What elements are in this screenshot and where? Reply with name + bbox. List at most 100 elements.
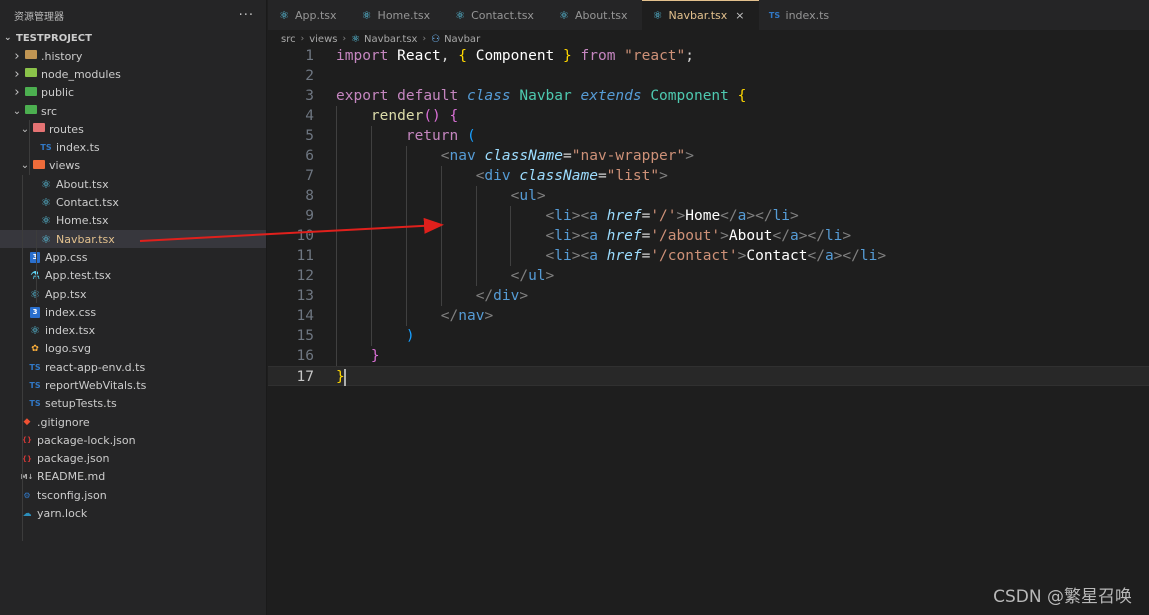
code-line[interactable]: 11 <li><a href='/contact'>Contact</a></l… <box>268 246 1149 266</box>
code-line[interactable]: 7 <div className="list"> <box>268 166 1149 186</box>
css-badge: 3 <box>30 306 40 318</box>
tree-item-label: react-app-env.d.ts <box>45 360 146 374</box>
watermark: CSDN @繁星召唤 <box>993 587 1132 607</box>
breadcrumb-src[interactable]: src <box>281 34 296 45</box>
code-line[interactable]: 9 <li><a href='/'>Home</a></li> <box>268 206 1149 226</box>
code-line[interactable]: 2 <box>268 66 1149 86</box>
tree-folder[interactable]: ⌄ routes <box>0 120 266 138</box>
tree-folder[interactable]: › node_modules <box>0 65 266 83</box>
react-icon: ⚛ <box>30 324 40 338</box>
tree-file[interactable]: {} package.json <box>0 450 266 468</box>
tab-navbar-tsx[interactable]: ⚛ Navbar.tsx × <box>641 0 759 30</box>
tree-file[interactable]: ⚛ Home.tsx <box>0 212 266 230</box>
code-line[interactable]: 17} <box>268 366 1149 386</box>
tree-item-label: App.tsx <box>45 287 87 301</box>
chevron-right-icon: › <box>342 34 347 44</box>
tree-file[interactable]: ⚗ App.test.tsx <box>0 267 266 285</box>
tree-file[interactable]: ⚛ Contact.tsx <box>0 193 266 211</box>
tree-folder[interactable]: ⌄ src <box>0 102 266 120</box>
chevron-right-icon: › <box>14 66 20 82</box>
code-editor[interactable]: 1 import React, { Component } from "react… <box>268 46 1149 386</box>
explorer-title: 资源管理器 <box>14 11 64 23</box>
tab-contact-tsx[interactable]: ⚛ Contact.tsx <box>444 0 548 30</box>
tree-file[interactable]: ⚙ tsconfig.json <box>0 486 266 504</box>
breadcrumb-file[interactable]: Navbar.tsx <box>364 34 417 45</box>
code-line[interactable]: 13 </div> <box>268 286 1149 306</box>
ts-icon: TS <box>768 10 781 20</box>
tree-file[interactable]: 3 App.css <box>0 248 266 266</box>
line-number: 7 <box>305 168 314 184</box>
tree-file[interactable]: 3 index.css <box>0 303 266 321</box>
tree-file[interactable]: TS react-app-env.d.ts <box>0 358 266 376</box>
code-line[interactable]: 1 import React, { Component } from "react… <box>268 46 1149 66</box>
tab-app-tsx[interactable]: ⚛ App.tsx <box>268 0 351 30</box>
tree-file[interactable]: {} package-lock.json <box>0 431 266 449</box>
css-icon: 3 <box>28 306 42 318</box>
folder-icon <box>24 50 38 62</box>
tree-item-label: index.css <box>45 305 97 319</box>
code-line[interactable]: 8 <ul> <box>268 186 1149 206</box>
tree-file[interactable]: ◆ .gitignore <box>0 413 266 431</box>
folder-shape <box>25 105 37 115</box>
code-line[interactable]: 15 ) <box>268 326 1149 346</box>
code-line[interactable]: 6 <nav className="nav-wrapper"> <box>268 146 1149 166</box>
tree-indent-guide <box>22 175 23 542</box>
tree-folder[interactable]: › .history <box>0 47 266 65</box>
code-line[interactable]: 16 } <box>268 346 1149 366</box>
react-icon: ⚛ <box>41 232 51 246</box>
code-text: <ul> <box>510 188 546 204</box>
tree-item-label: package-lock.json <box>37 433 136 447</box>
project-root[interactable]: ⌄ TESTPROJECT <box>0 29 266 47</box>
tab-home-tsx[interactable]: ⚛ Home.tsx <box>351 0 445 30</box>
tree-file[interactable]: ✿ logo.svg <box>0 340 266 358</box>
tree-folder[interactable]: ⌄ views <box>0 157 266 175</box>
code-text: <nav className="nav-wrapper"> <box>440 148 694 164</box>
tree-item-label: public <box>41 86 75 100</box>
tree-file[interactable]: ⚛ index.tsx <box>0 321 266 339</box>
tree-file[interactable]: TS index.ts <box>0 138 266 156</box>
text-cursor <box>343 368 346 386</box>
react-icon: ⚛ <box>455 8 466 22</box>
explorer-header: 资源管理器 ··· <box>0 0 266 30</box>
code-text: <li><a href='/about'>About</a></li> <box>545 228 852 244</box>
tree-file[interactable]: ⚛ App.tsx <box>0 285 266 303</box>
project-name: TESTPROJECT <box>16 32 92 44</box>
breadcrumb-symbol[interactable]: Navbar <box>444 34 480 45</box>
code-line[interactable]: 12 </ul> <box>268 266 1149 286</box>
tree-file[interactable]: ☁ yarn.lock <box>0 504 266 522</box>
tree-folder[interactable]: › public <box>0 84 266 102</box>
tab-label: App.tsx <box>295 8 337 22</box>
close-icon[interactable]: × <box>735 9 744 22</box>
tab-about-tsx[interactable]: ⚛ About.tsx <box>548 0 642 30</box>
tab-index-ts[interactable]: TS index.ts <box>759 0 844 30</box>
tab-label: Contact.tsx <box>471 8 534 22</box>
tree-file[interactable]: M↓ README.md <box>0 468 266 486</box>
code-line[interactable]: 10 <li><a href='/about'>About</a></li> <box>268 226 1149 246</box>
tree-item-label: .history <box>41 49 83 63</box>
tree-item-label: index.ts <box>56 141 100 155</box>
code-text: <li><a href='/'>Home</a></li> <box>545 208 799 224</box>
chevron-right-icon: › <box>14 48 20 64</box>
breadcrumb-views[interactable]: views <box>309 34 337 45</box>
code-line[interactable]: 5 return ( <box>268 126 1149 146</box>
tree-item-label: index.tsx <box>45 324 96 338</box>
tree-file[interactable]: ⚛ Navbar.tsx <box>0 229 266 249</box>
folder-icon <box>32 123 46 135</box>
tree-file[interactable]: TS setupTests.ts <box>0 395 266 413</box>
line-number: 13 <box>296 288 314 304</box>
more-actions-icon[interactable]: ··· <box>239 8 254 23</box>
code-text: </div> <box>475 288 529 304</box>
typescript-icon: TS <box>29 399 41 409</box>
react-icon: ⚛ <box>41 214 51 228</box>
code-line[interactable]: 4 render() { <box>268 106 1149 126</box>
line-number: 17 <box>296 369 314 385</box>
tree-item-label: package.json <box>37 452 110 466</box>
code-line[interactable]: 3 export default class Navbar extends Com… <box>268 86 1149 106</box>
code-line[interactable]: 14 </nav> <box>268 306 1149 326</box>
line-number: 10 <box>296 228 314 244</box>
line-number: 14 <box>296 308 314 324</box>
code-text: </nav> <box>440 308 494 324</box>
tree-file[interactable]: ⚛ About.tsx <box>0 175 266 193</box>
tree-file[interactable]: TS reportWebVitals.ts <box>0 376 266 394</box>
react-icon: ⚛ <box>41 196 51 210</box>
